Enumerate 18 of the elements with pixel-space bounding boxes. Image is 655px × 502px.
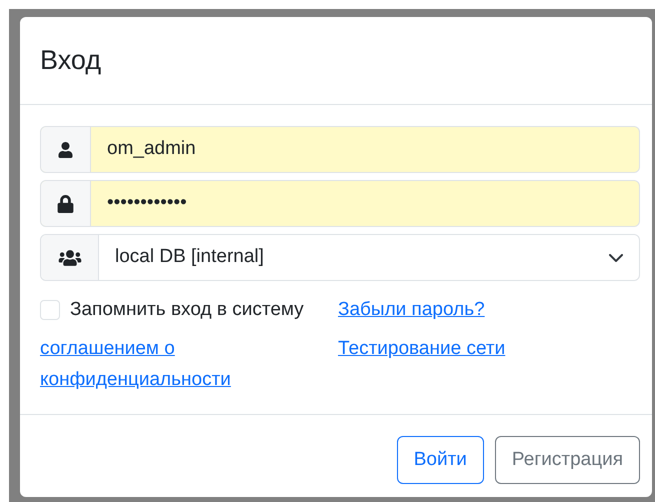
field-value: om_admin [107,137,197,162]
dialog-title: Вход [40,47,102,74]
password-field[interactable]: •••••••••••• [40,180,640,227]
username-field[interactable]: om_admin [40,126,640,173]
network-test-link[interactable]: Тестирование сети [338,338,506,359]
login-button[interactable]: Войти [396,436,484,484]
select-value: local DB [internal] [115,245,265,270]
field-value: •••••••••••• [107,191,188,216]
lock-icon [57,194,74,212]
register-button[interactable]: Регистрация [494,436,640,484]
forgot-password-link[interactable]: Забыли пароль? [338,299,485,320]
chevron-down-icon [609,254,623,262]
remember-checkbox[interactable] [40,300,60,320]
database-select[interactable]: local DB [internal] [40,234,640,281]
remember-label: Запомнить вход в систему [70,298,304,322]
privacy-agreement-link[interactable]: соглашением о конфиденциальности [40,333,270,395]
user-icon [58,142,73,158]
users-icon [58,248,82,266]
